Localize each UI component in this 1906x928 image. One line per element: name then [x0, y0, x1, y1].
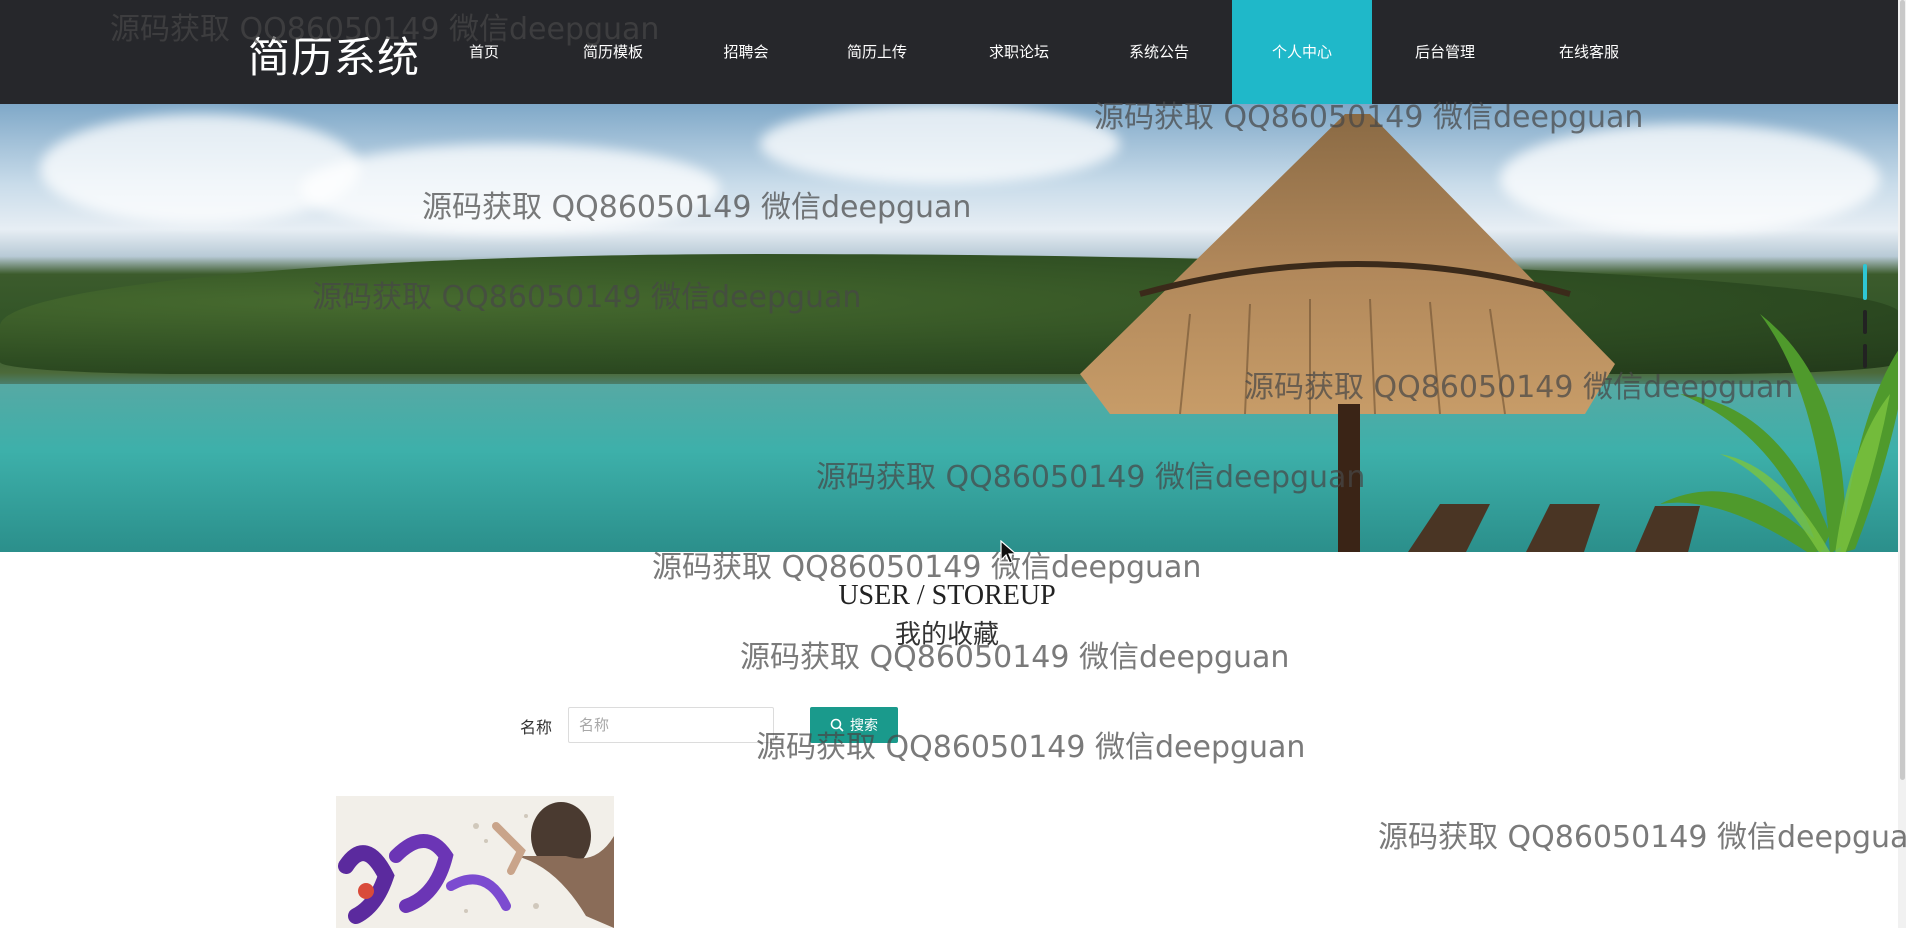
nav-item-job-forum[interactable]: 求职论坛	[974, 0, 1064, 104]
nav-item-home[interactable]: 首页	[450, 0, 518, 104]
page-title: 我的收藏	[894, 620, 999, 650]
favorite-thumbnail-image	[336, 796, 614, 928]
nav-item-online-service[interactable]: 在线客服	[1544, 0, 1634, 104]
search-name-input[interactable]	[568, 707, 774, 743]
slider-indicator[interactable]	[1862, 264, 1868, 374]
mouse-cursor-icon	[1000, 540, 1018, 564]
watermark-text: 源码获取 QQ86050149 微信deepguan	[1378, 820, 1906, 855]
lounge-chairs-image	[1408, 504, 1700, 552]
page-title-en: USER / STOREUP	[838, 580, 1056, 611]
nav-item-personal-center[interactable]: 个人中心	[1232, 0, 1372, 104]
favorite-item-thumbnail[interactable]	[336, 796, 614, 928]
top-navbar: 简历系统 首页 简历模板 招聘会 简历上传 求职论坛 系统公告 个人中心 后台管…	[0, 0, 1900, 104]
search-button-label: 搜索	[850, 718, 878, 734]
hero-banner	[0, 104, 1900, 552]
nav-item-resume-upload[interactable]: 简历上传	[832, 0, 922, 104]
nav-item-admin[interactable]: 后台管理	[1400, 0, 1490, 104]
search-button[interactable]: 搜索	[810, 707, 898, 743]
nav-item-job-fair[interactable]: 招聘会	[704, 0, 788, 104]
thatched-umbrella-image	[1080, 114, 1615, 415]
search-icon	[830, 718, 844, 732]
nav-item-announcements[interactable]: 系统公告	[1114, 0, 1204, 104]
search-name-label: 名称	[520, 718, 553, 737]
umbrella-pole	[1338, 404, 1360, 552]
nav-item-resume-templates[interactable]: 简历模板	[568, 0, 658, 104]
site-brand[interactable]: 简历系统	[248, 24, 420, 85]
page-scrollbar-thumb[interactable]	[1900, 0, 1905, 780]
